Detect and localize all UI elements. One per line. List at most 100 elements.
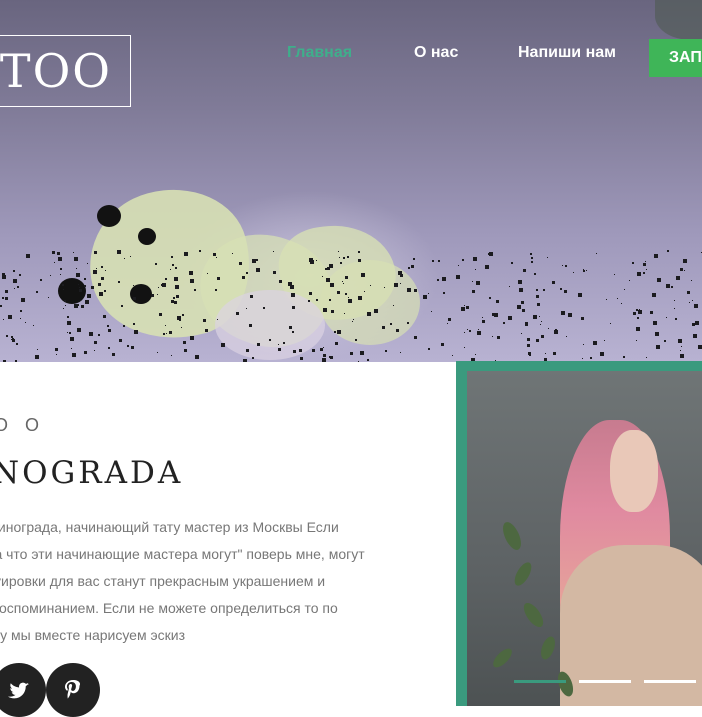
ink-speck <box>533 273 536 276</box>
ink-speck <box>321 358 326 362</box>
ink-speck <box>646 268 648 270</box>
ink-speck <box>366 312 371 317</box>
ink-speck <box>5 334 8 337</box>
ink-speck <box>5 296 9 300</box>
ink-speck <box>637 272 642 277</box>
ink-speck <box>66 332 68 334</box>
pinterest-icon <box>65 680 81 699</box>
ink-speck <box>395 329 399 333</box>
nav-item-about[interactable]: О нас <box>414 44 458 62</box>
slider-dot-3[interactable] <box>644 680 696 683</box>
ink-speck <box>517 279 522 284</box>
ink-speck <box>348 299 352 303</box>
ink-speck <box>463 347 465 349</box>
ink-speck <box>171 255 174 258</box>
ink-speck <box>48 296 50 298</box>
ink-speck <box>57 252 61 256</box>
ink-speck <box>238 261 242 265</box>
ink-speck <box>336 330 341 335</box>
ink-speck <box>14 360 17 362</box>
description-line: "Да что эти начинающие мастера могут" по… <box>0 546 365 562</box>
ink-speck <box>77 283 79 285</box>
ink-speck <box>532 315 537 320</box>
ink-speck <box>133 322 136 325</box>
ink-speck <box>25 321 27 323</box>
about-description: - Винограда, начинающий тату мастер из М… <box>0 514 410 649</box>
ink-speck <box>119 339 123 343</box>
ink-speck <box>49 274 51 276</box>
ink-speck <box>245 348 249 352</box>
ink-speck <box>20 298 25 303</box>
ink-speck <box>511 261 514 264</box>
ink-speck <box>622 356 625 359</box>
ink-speck <box>553 329 558 334</box>
ink-speck <box>289 284 294 289</box>
ink-speck <box>55 348 59 352</box>
ink-speck <box>36 348 38 350</box>
ink-speck <box>465 305 469 309</box>
ink-speck <box>83 278 86 281</box>
nav-item-contact[interactable]: Напиши нам <box>518 44 616 62</box>
slider-dot-1[interactable] <box>514 680 566 683</box>
ink-speck <box>243 359 248 362</box>
site-logo[interactable]: TOO <box>0 35 131 107</box>
ink-speck <box>255 259 258 262</box>
ink-speck <box>520 301 524 305</box>
ink-speck <box>249 323 253 327</box>
ink-speck <box>172 263 175 266</box>
ink-speck <box>71 353 76 358</box>
ink-speck <box>400 352 402 354</box>
ink-splatter <box>58 278 86 304</box>
ink-speck <box>283 342 286 345</box>
ink-speck <box>632 312 636 316</box>
ink-speck <box>175 284 180 289</box>
ink-speck <box>679 350 681 352</box>
ink-speck <box>181 327 183 329</box>
hero-corner-foliage <box>655 0 702 40</box>
ink-speck <box>182 314 185 317</box>
ink-speck <box>156 293 158 295</box>
ink-speck <box>431 259 434 262</box>
ink-speck <box>414 288 418 292</box>
portrait-slider[interactable] <box>467 371 702 706</box>
ink-speck <box>448 317 452 321</box>
ink-speck <box>13 288 15 290</box>
ink-speck <box>527 351 531 355</box>
ink-speck <box>525 323 529 327</box>
pinterest-button[interactable] <box>46 663 100 717</box>
ink-speck <box>521 309 525 313</box>
ink-speck <box>33 324 35 326</box>
ink-speck <box>12 279 17 284</box>
about-heading: NOGRADA <box>0 455 184 491</box>
ink-speck <box>336 291 340 295</box>
ink-speck <box>273 270 277 274</box>
ink-speck <box>476 280 481 285</box>
ink-speck <box>164 277 167 280</box>
ink-speck <box>16 286 19 289</box>
ink-speck <box>269 338 272 341</box>
ink-speck <box>373 309 378 314</box>
ink-speck <box>620 302 622 304</box>
signup-button[interactable]: ЗАП <box>649 39 702 77</box>
ink-speck <box>272 250 274 252</box>
slider-dot-2[interactable] <box>579 680 631 683</box>
ink-speck <box>565 264 568 267</box>
ink-speck <box>456 275 461 280</box>
ink-speck <box>547 256 549 258</box>
ink-speck <box>311 348 315 352</box>
ink-speck <box>695 323 697 325</box>
ink-speck <box>66 316 69 319</box>
ink-speck <box>77 328 82 333</box>
ink-speck <box>309 258 314 263</box>
ink-speck <box>679 353 684 358</box>
ink-speck <box>199 250 202 252</box>
ink-speck <box>335 341 339 345</box>
nav-item-home[interactable]: Главная <box>287 44 352 62</box>
ink-speck <box>447 323 449 325</box>
ink-speck <box>84 284 87 287</box>
twitter-button[interactable] <box>0 663 46 717</box>
ink-speck <box>413 335 417 339</box>
ink-speck <box>629 279 631 281</box>
ink-speck <box>91 286 95 290</box>
ink-speck <box>407 288 412 293</box>
